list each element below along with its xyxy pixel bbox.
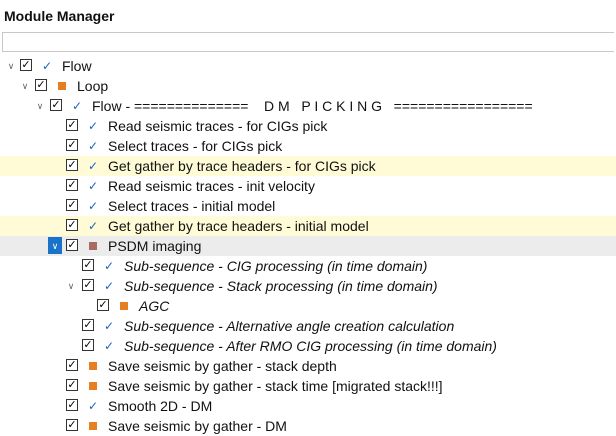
tree-row[interactable]: ✓ ✓ Get gather by trace headers - initia… — [0, 216, 616, 236]
tree-row[interactable]: ✓ AGC — [0, 296, 616, 316]
checkmark-icon: ✓ — [87, 119, 99, 133]
window-title: Module Manager — [4, 8, 115, 24]
chevron-down-icon[interactable]: ∨ — [33, 96, 47, 116]
tree-item-label: Flow - ============== D M P I C K I N G … — [92, 98, 533, 114]
checkbox[interactable]: ✓ — [66, 139, 78, 151]
checkbox[interactable]: ✓ — [82, 259, 94, 271]
tree-row[interactable]: ✓ ✓ Select traces - for CIGs pick — [0, 136, 616, 156]
checkmark-icon: ✓ — [87, 139, 99, 153]
checkmark-icon: ✓ — [87, 179, 99, 193]
checkbox[interactable]: ✓ — [66, 159, 78, 171]
tree-row[interactable]: ✓ ✓ Read seismic traces - init velocity — [0, 176, 616, 196]
search-input[interactable] — [2, 32, 614, 52]
chevron-down-icon[interactable]: ∨ — [4, 56, 18, 76]
tree-item-label: Loop — [77, 78, 109, 94]
tree-row[interactable]: ∨ ✓ PSDM imaging — [0, 236, 616, 256]
orange-square-icon — [56, 76, 68, 96]
tree-row[interactable]: ✓ Save seismic by gather - DM — [0, 416, 616, 436]
checkbox[interactable]: ✓ — [66, 199, 78, 211]
tree-row[interactable]: ∨ ✓ ✓ Flow - ============== D M P I C K … — [0, 96, 616, 116]
checkbox[interactable]: ✓ — [20, 59, 32, 71]
checkmark-icon: ✓ — [87, 199, 99, 213]
checkbox[interactable]: ✓ — [66, 219, 78, 231]
checkbox[interactable]: ✓ — [66, 399, 78, 411]
checkmark-icon: ✓ — [103, 259, 115, 273]
tree-item-label: Sub-sequence - After RMO CIG processing … — [124, 338, 497, 354]
orange-square-icon — [87, 416, 99, 436]
module-tree: ∨ ✓ ✓ Flow ∨ ✓ Loop ∨ ✓ ✓ Flow - =======… — [0, 56, 616, 436]
checkmark-icon: ✓ — [87, 399, 99, 413]
tree-row[interactable]: ✓ ✓ Sub-sequence - After RMO CIG process… — [0, 336, 616, 356]
tree-item-label: Save seismic by gather - DM — [108, 418, 287, 434]
tree-row[interactable]: ✓ ✓ Select traces - initial model — [0, 196, 616, 216]
checkbox[interactable]: ✓ — [66, 359, 78, 371]
chevron-down-icon[interactable]: ∨ — [48, 237, 62, 254]
checkmark-icon: ✓ — [87, 159, 99, 173]
tree-item-label: Save seismic by gather - stack depth — [108, 358, 337, 374]
checkbox[interactable]: ✓ — [97, 299, 109, 311]
checkbox[interactable]: ✓ — [82, 339, 94, 351]
checkbox[interactable]: ✓ — [66, 239, 78, 251]
tree-row[interactable]: ✓ ✓ Read seismic traces - for CIGs pick — [0, 116, 616, 136]
brown-square-icon — [87, 236, 99, 256]
tree-row[interactable]: ✓ ✓ Sub-sequence - Alternative angle cre… — [0, 316, 616, 336]
tree-item-label: Get gather by trace headers - initial mo… — [108, 218, 369, 234]
tree-item-label: Get gather by trace headers - for CIGs p… — [108, 158, 376, 174]
orange-square-icon — [87, 356, 99, 376]
checkbox[interactable]: ✓ — [66, 179, 78, 191]
tree-row[interactable]: ∨ ✓ ✓ Flow — [0, 56, 616, 76]
tree-item-label: Sub-sequence - Alternative angle creatio… — [124, 318, 455, 334]
checkbox[interactable]: ✓ — [66, 379, 78, 391]
checkbox[interactable]: ✓ — [82, 319, 94, 331]
chevron-down-icon[interactable]: ∨ — [64, 276, 78, 296]
tree-row[interactable]: ∨ ✓ Loop — [0, 76, 616, 96]
tree-item-label: Select traces - initial model — [108, 198, 276, 214]
tree-item-label: Smooth 2D - DM — [108, 398, 213, 414]
tree-item-label: AGC — [139, 298, 170, 314]
orange-square-icon — [118, 296, 130, 316]
checkbox[interactable]: ✓ — [82, 279, 94, 291]
tree-row[interactable]: ∨ ✓ ✓ Sub-sequence - Stack processing (i… — [0, 276, 616, 296]
tree-item-label: Flow — [62, 58, 92, 74]
checkbox[interactable]: ✓ — [35, 79, 47, 91]
checkmark-icon: ✓ — [87, 219, 99, 233]
tree-item-label: Sub-sequence - CIG processing (in time d… — [124, 258, 428, 274]
tree-row[interactable]: ✓ ✓ Sub-sequence - CIG processing (in ti… — [0, 256, 616, 276]
tree-item-label: Read seismic traces - init velocity — [108, 178, 315, 194]
checkbox[interactable]: ✓ — [66, 119, 78, 131]
tree-item-label: Select traces - for CIGs pick — [108, 138, 283, 154]
orange-square-icon — [87, 376, 99, 396]
tree-row[interactable]: ✓ ✓ Smooth 2D - DM — [0, 396, 616, 416]
checkmark-icon: ✓ — [71, 99, 83, 113]
tree-row[interactable]: ✓ ✓ Get gather by trace headers - for CI… — [0, 156, 616, 176]
tree-row[interactable]: ✓ Save seismic by gather - stack time [m… — [0, 376, 616, 396]
checkbox[interactable]: ✓ — [50, 99, 62, 111]
tree-item-label: Read seismic traces - for CIGs pick — [108, 118, 328, 134]
checkbox[interactable]: ✓ — [66, 419, 78, 431]
checkmark-icon: ✓ — [103, 279, 115, 293]
checkmark-icon: ✓ — [41, 59, 53, 73]
tree-item-label: Save seismic by gather - stack time [mig… — [108, 378, 443, 394]
checkmark-icon: ✓ — [103, 319, 115, 333]
tree-row[interactable]: ✓ Save seismic by gather - stack depth — [0, 356, 616, 376]
tree-item-label: PSDM imaging — [108, 238, 202, 254]
chevron-down-icon[interactable]: ∨ — [18, 76, 32, 96]
tree-item-label: Sub-sequence - Stack processing (in time… — [124, 278, 438, 294]
checkmark-icon: ✓ — [103, 339, 115, 353]
